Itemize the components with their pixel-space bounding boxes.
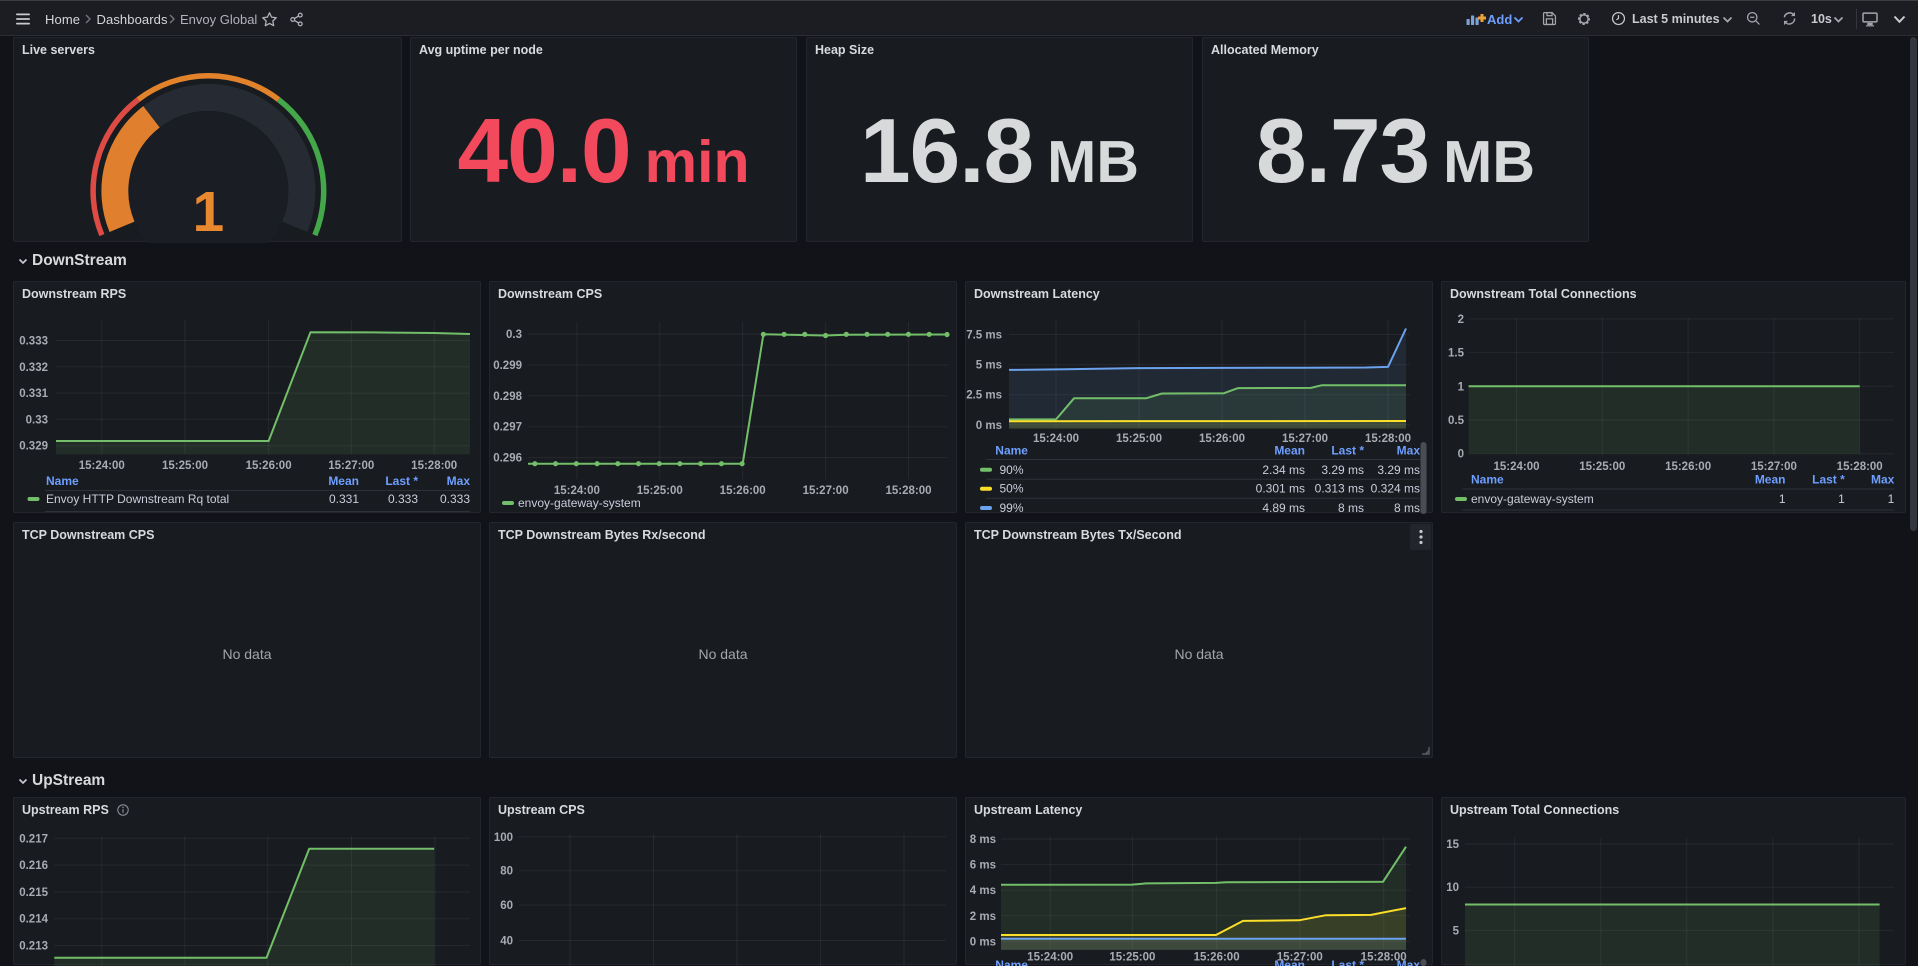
svg-text:1: 1 [1838,492,1845,506]
svg-text:15:26:00: 15:26:00 [246,460,292,472]
svg-text:Max: Max [447,474,471,488]
svg-text:60: 60 [500,900,513,912]
svg-text:15:25:00: 15:25:00 [162,460,208,472]
svg-text:1: 1 [1458,381,1465,393]
svg-text:Last *: Last * [1331,443,1364,457]
svg-text:8 ms: 8 ms [970,834,996,846]
svg-text:5 ms: 5 ms [976,360,1002,372]
svg-text:0.216: 0.216 [19,860,48,872]
svg-text:1: 1 [1779,492,1786,506]
svg-text:0.333: 0.333 [19,336,48,348]
svg-text:6 ms: 6 ms [970,860,996,872]
svg-text:0.215: 0.215 [19,887,48,899]
svg-text:0: 0 [1458,449,1464,461]
svg-text:0.5: 0.5 [1448,415,1465,427]
svg-text:0.333: 0.333 [388,492,418,506]
svg-text:15:27:00: 15:27:00 [1751,461,1797,473]
svg-text:15:25:00: 15:25:00 [637,485,683,497]
svg-text:0.324 ms: 0.324 ms [1371,482,1420,496]
svg-text:0.313 ms: 0.313 ms [1315,482,1364,496]
svg-text:15:27:00: 15:27:00 [803,485,849,497]
svg-text:15: 15 [1446,839,1459,851]
svg-text:0.329: 0.329 [19,441,48,453]
svg-text:99%: 99% [1000,501,1024,514]
svg-text:15:26:00: 15:26:00 [1194,952,1240,964]
svg-text:15:24:00: 15:24:00 [79,460,125,472]
svg-text:envoy-gateway-system: envoy-gateway-system [518,496,641,510]
svg-text:Mean: Mean [1755,473,1786,487]
svg-text:2.34 ms: 2.34 ms [1262,463,1305,477]
svg-text:10: 10 [1446,882,1459,894]
svg-text:0.331: 0.331 [19,388,48,400]
svg-text:8 ms: 8 ms [1394,501,1420,514]
svg-text:2 ms: 2 ms [970,911,996,923]
svg-text:8 ms: 8 ms [1338,501,1364,514]
svg-text:2.5 ms: 2.5 ms [966,390,1002,402]
svg-text:0.297: 0.297 [493,422,522,434]
svg-text:100: 100 [494,832,513,844]
svg-text:15:28:00: 15:28:00 [885,485,931,497]
svg-text:3.29 ms: 3.29 ms [1377,463,1420,477]
svg-text:Max: Max [1871,473,1895,487]
svg-text:15:27:00: 15:27:00 [328,460,374,472]
svg-text:Max: Max [1397,443,1421,457]
svg-text:0.332: 0.332 [19,362,48,374]
svg-text:0.217: 0.217 [19,833,48,845]
svg-text:0 ms: 0 ms [976,420,1002,432]
svg-text:Envoy HTTP Downstream Rq total: Envoy HTTP Downstream Rq total [46,492,229,506]
svg-text:1.5: 1.5 [1448,348,1465,360]
svg-text:0.214: 0.214 [19,914,48,926]
svg-text:80: 80 [500,866,513,878]
svg-text:90%: 90% [1000,463,1024,477]
svg-text:5: 5 [1453,925,1460,937]
svg-text:Mean: Mean [1274,443,1305,457]
svg-text:15:25:00: 15:25:00 [1109,952,1155,964]
svg-text:15:24:00: 15:24:00 [1493,461,1539,473]
svg-text:Name: Name [46,474,79,488]
svg-text:3.29 ms: 3.29 ms [1321,463,1364,477]
svg-text:0.213: 0.213 [19,941,48,953]
svg-text:0.3: 0.3 [506,329,522,341]
svg-text:0.333: 0.333 [440,492,470,506]
svg-text:15:24:00: 15:24:00 [1033,433,1079,445]
svg-text:1: 1 [193,180,225,243]
svg-text:envoy-gateway-system: envoy-gateway-system [1471,492,1594,506]
svg-text:4 ms: 4 ms [970,885,996,897]
svg-text:0 ms: 0 ms [970,936,996,948]
svg-text:15:26:00: 15:26:00 [720,485,766,497]
svg-text:Last *: Last * [1812,473,1845,487]
svg-text:15:25:00: 15:25:00 [1116,433,1162,445]
svg-text:40: 40 [500,936,513,948]
svg-text:15:25:00: 15:25:00 [1579,461,1625,473]
svg-text:2: 2 [1458,314,1464,326]
svg-text:7.5 ms: 7.5 ms [966,330,1002,342]
svg-text:0.298: 0.298 [493,391,522,403]
svg-text:15:26:00: 15:26:00 [1665,461,1711,473]
svg-text:Last *: Last * [385,474,418,488]
svg-text:15:28:00: 15:28:00 [411,460,457,472]
svg-text:Mean: Mean [328,474,359,488]
svg-text:15:24:00: 15:24:00 [1027,952,1073,964]
svg-text:15:28:00: 15:28:00 [1837,461,1883,473]
svg-text:0.299: 0.299 [493,360,522,372]
svg-text:0.33: 0.33 [26,414,48,426]
svg-text:50%: 50% [1000,482,1024,496]
svg-text:0.331: 0.331 [329,492,359,506]
svg-text:Name: Name [995,443,1028,457]
svg-text:Name: Name [1471,473,1504,487]
svg-text:4.89 ms: 4.89 ms [1262,501,1305,514]
svg-text:0.301 ms: 0.301 ms [1256,482,1305,496]
svg-text:15:26:00: 15:26:00 [1199,433,1245,445]
svg-text:1: 1 [1888,492,1895,506]
svg-text:0.296: 0.296 [493,453,522,465]
